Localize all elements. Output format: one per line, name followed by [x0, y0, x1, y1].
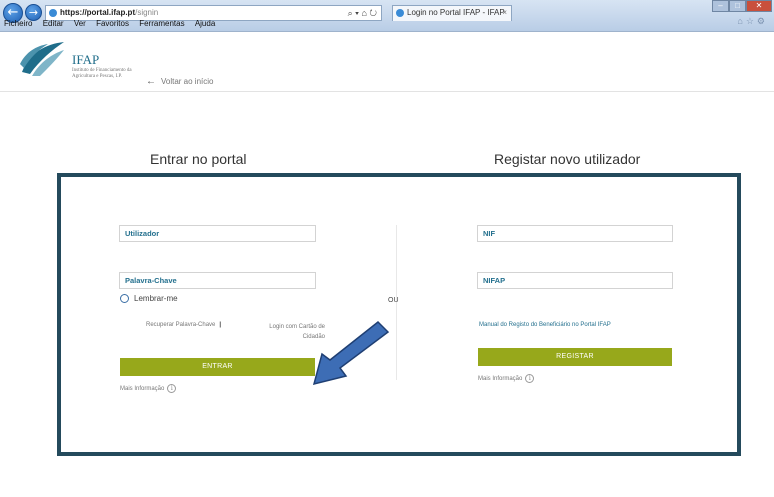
maximize-icon[interactable]: □	[729, 0, 746, 12]
ifap-logo-icon[interactable]	[18, 38, 66, 78]
browser-chrome: ← → https://portal.ifap.pt/signin ⌕ ▾ ⌂ …	[0, 0, 774, 32]
logo-subtitle: Instituto de Financiamento da Agricultur…	[72, 68, 132, 79]
remember-me-option[interactable]: Lembrar-me	[120, 294, 178, 304]
window-controls: – □ ✕	[712, 0, 772, 12]
login-heading: Entrar no portal	[150, 151, 247, 167]
tab-title: Login no Portal IFAP - IFAP	[407, 8, 505, 17]
address-tools-icon[interactable]: ⌕ ▾ ⌂ ↻	[348, 6, 377, 20]
nifap-input[interactable]: NIFAP	[477, 272, 673, 289]
left-arrow-icon: ←	[146, 76, 156, 87]
logo-text: IFAP Instituto de Financiamento da Agric…	[72, 52, 152, 80]
address-url: https://portal.ifap.pt/signin	[60, 8, 159, 17]
back-link-label: Voltar ao início	[161, 77, 214, 86]
menu-bar: Ficheiro Editar Ver Favoritos Ferramenta…	[0, 18, 300, 30]
register-button[interactable]: REGISTAR	[478, 348, 672, 366]
info-icon[interactable]: i	[167, 384, 177, 393]
browser-tab[interactable]: Login no Portal IFAP - IFAP ×	[392, 5, 512, 21]
site-header: IFAP Instituto de Financiamento da Agric…	[0, 32, 774, 92]
registration-manual-link[interactable]: Manual do Registo do Beneficiário no Por…	[479, 322, 611, 328]
password-input[interactable]: Palavra-Chave	[119, 272, 316, 289]
nif-input[interactable]: NIF	[477, 225, 673, 242]
recover-row: Recuperar Palavra-Chave |	[146, 322, 225, 328]
settings-gear-icon[interactable]: ⚙	[757, 16, 768, 26]
remember-me-label: Lembrar-me	[134, 294, 178, 303]
more-info-label: Mais Informação	[120, 386, 165, 392]
site-icon	[49, 9, 57, 17]
more-info-label: Mais Informação	[478, 376, 523, 382]
menu-item-ferramentas[interactable]: Ferramentas	[139, 19, 184, 28]
annotation-arrow-icon	[312, 320, 390, 386]
menu-item-ajuda[interactable]: Ajuda	[195, 19, 215, 28]
menu-item-ficheiro[interactable]: Ficheiro	[4, 19, 32, 28]
tab-favicon-icon	[396, 9, 404, 17]
link-separator: |	[219, 322, 222, 328]
username-input[interactable]: Utilizador	[119, 225, 316, 242]
tab-close-icon[interactable]: ×	[502, 6, 507, 20]
or-separator: OU	[388, 297, 399, 304]
register-heading: Registar novo utilizador	[494, 151, 641, 167]
remember-me-radio[interactable]	[120, 294, 129, 304]
login-more-info[interactable]: Mais Informação i	[120, 384, 177, 393]
menu-item-ver[interactable]: Ver	[74, 19, 86, 28]
recover-password-link[interactable]: Recuperar Palavra-Chave	[146, 322, 215, 328]
home-icon[interactable]: ⌂	[737, 16, 745, 26]
info-icon[interactable]: i	[525, 374, 535, 383]
logo-name: IFAP	[72, 52, 100, 67]
toolbar-icons: ⌂☆⚙	[737, 16, 768, 27]
menu-item-editar[interactable]: Editar	[43, 19, 64, 28]
highlight-frame	[57, 173, 741, 456]
back-to-home-link[interactable]: ← Voltar ao início	[146, 76, 213, 87]
enter-button[interactable]: ENTRAR	[120, 358, 315, 376]
menu-item-favoritos[interactable]: Favoritos	[96, 19, 129, 28]
register-more-info[interactable]: Mais Informação i	[478, 374, 535, 383]
close-icon[interactable]: ✕	[746, 0, 772, 12]
favorites-star-icon[interactable]: ☆	[746, 16, 757, 26]
minimize-icon[interactable]: –	[712, 0, 729, 12]
